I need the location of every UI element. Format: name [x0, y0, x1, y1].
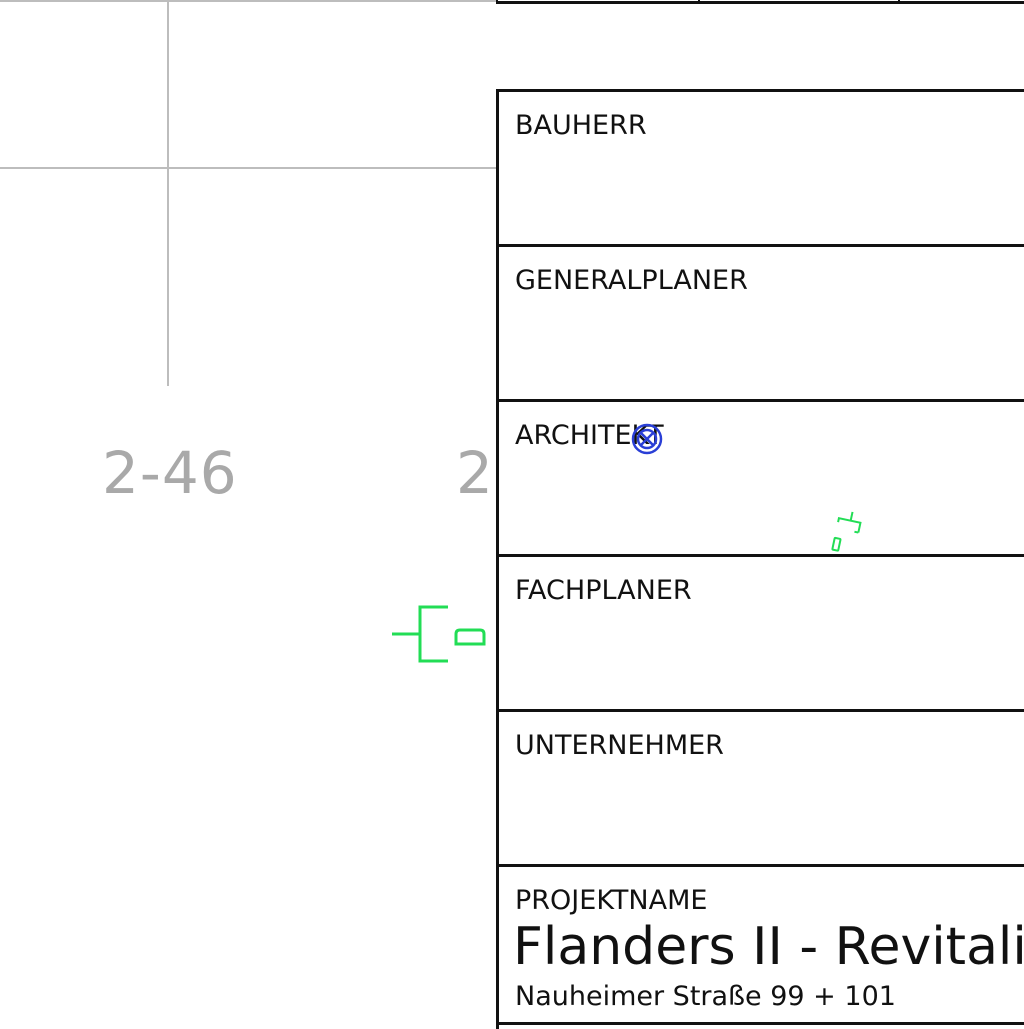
fixture-symbol-icon[interactable]: [826, 508, 866, 558]
grid-line-horizontal-top: [0, 0, 496, 2]
grid-line-horizontal: [0, 167, 496, 169]
title-block-row-bauherr: BAUHERR: [499, 92, 1024, 247]
top-strip-divider: [698, 0, 700, 4]
project-label: PROJEKTNAME: [515, 885, 708, 916]
title-block-row-fachplaner: FACHPLANER: [499, 557, 1024, 712]
row-label: BAUHERR: [515, 110, 647, 141]
title-block-row-unternehmer: UNTERNEHMER: [499, 712, 1024, 867]
project-address: Nauheimer Straße 99 + 101: [515, 981, 896, 1012]
row-label: UNTERNEHMER: [515, 730, 724, 761]
grid-axis-label-left: 2-46: [102, 439, 238, 507]
title-block-row-architekt: ARCHITEKT: [499, 402, 1024, 557]
crosshair-circle-icon[interactable]: [630, 422, 664, 456]
title-block: BAUHERR GENERALPLANER ARCHITEKT FACHPLAN…: [496, 89, 1024, 1029]
top-strip-divider: [496, 0, 498, 4]
row-label: FACHPLANER: [515, 575, 692, 606]
top-strip-divider: [898, 0, 900, 4]
title-block-row-projekt: PROJEKTNAME Flanders II - Revitali Nauhe…: [499, 867, 1024, 1025]
title-block-row-generalplaner: GENERALPLANER: [499, 247, 1024, 402]
row-label: GENERALPLANER: [515, 265, 748, 296]
outlet-symbol-icon[interactable]: [388, 602, 492, 666]
top-table-strip: [496, 0, 1024, 4]
grid-line-vertical: [167, 0, 169, 386]
project-name: Flanders II - Revitali: [513, 917, 1024, 977]
